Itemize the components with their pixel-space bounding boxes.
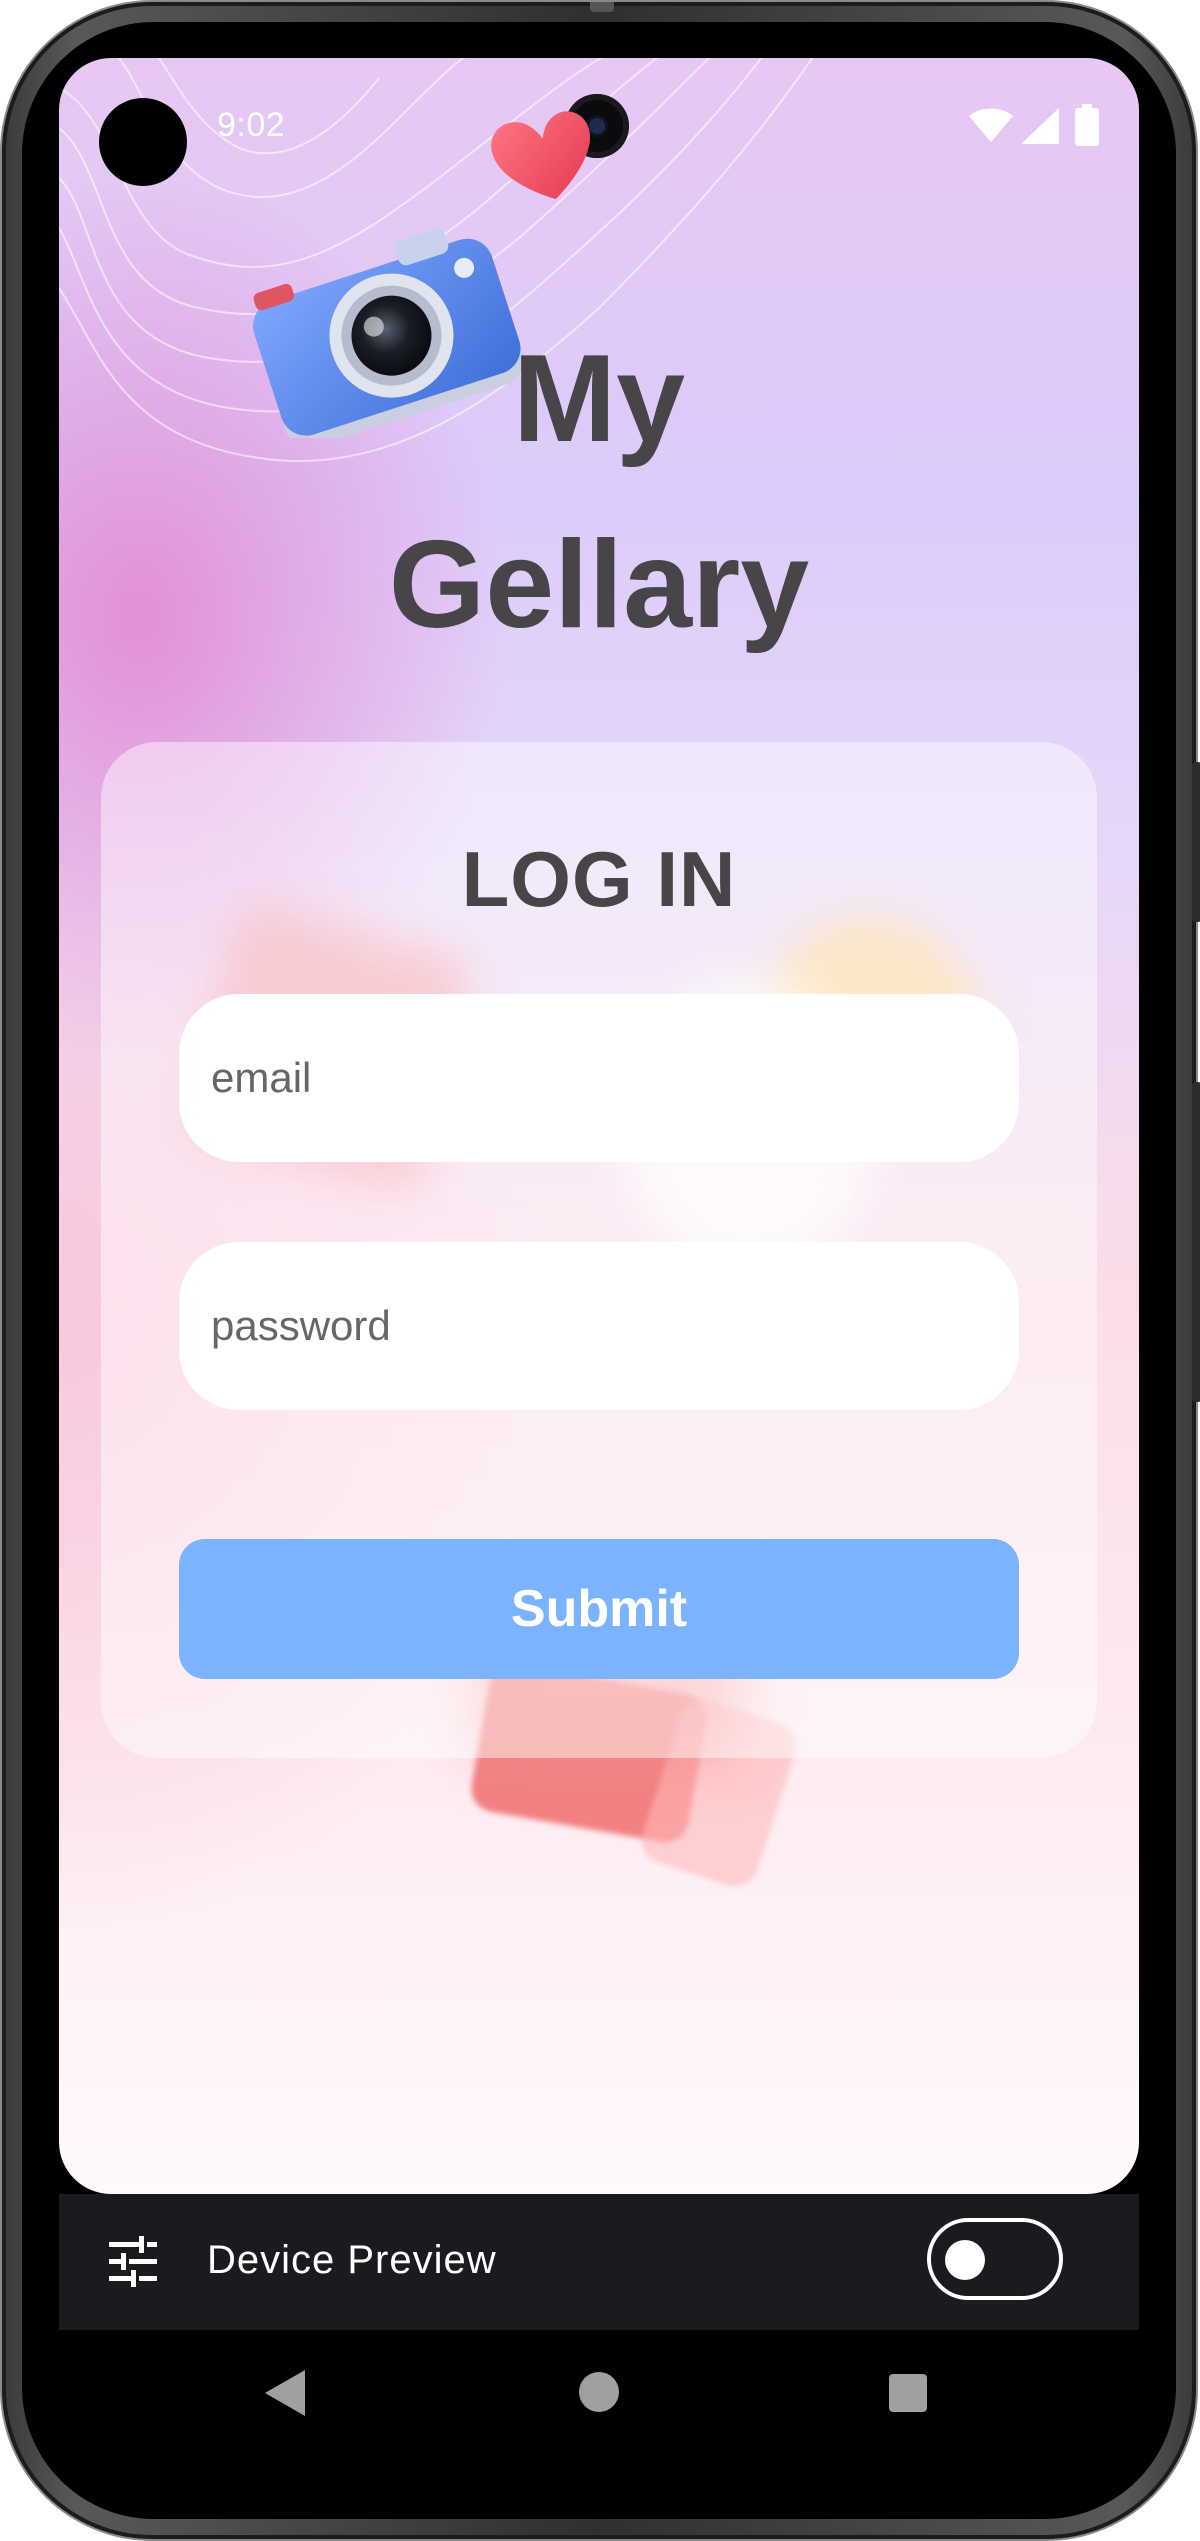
camera-cutout	[99, 98, 187, 186]
email-field[interactable]	[179, 994, 1019, 1162]
device-preview-bar: Device Preview	[59, 2194, 1139, 2330]
power-button	[1192, 762, 1200, 922]
submit-button[interactable]: Submit	[179, 1539, 1019, 1679]
status-icons	[969, 104, 1119, 148]
heart-icon	[491, 111, 591, 200]
navigation-bar	[59, 2330, 1139, 2454]
status-time: 9:02	[217, 106, 286, 144]
app-screen: 9:02 My Gellary LOG IN email Submit	[59, 58, 1139, 2194]
device-preview-toggle[interactable]	[927, 2218, 1063, 2300]
volume-button	[1192, 1082, 1200, 1402]
tune-icon[interactable]	[105, 2234, 161, 2290]
toggle-knob	[945, 2240, 985, 2280]
password-field[interactable]	[179, 1242, 1019, 1410]
frame-notch	[590, 2, 614, 12]
login-card: LOG IN Submit	[101, 742, 1097, 1758]
battery-icon	[1075, 104, 1099, 146]
login-heading: LOG IN	[461, 835, 737, 923]
cell-signal-icon	[1021, 108, 1059, 144]
wifi-icon	[969, 108, 1013, 142]
home-icon[interactable]	[579, 2372, 619, 2412]
device-preview-label: Device Preview	[207, 2238, 497, 2282]
recents-icon[interactable]	[889, 2374, 927, 2412]
back-icon[interactable]	[265, 2370, 305, 2416]
app-title: My Gellary	[388, 330, 810, 654]
